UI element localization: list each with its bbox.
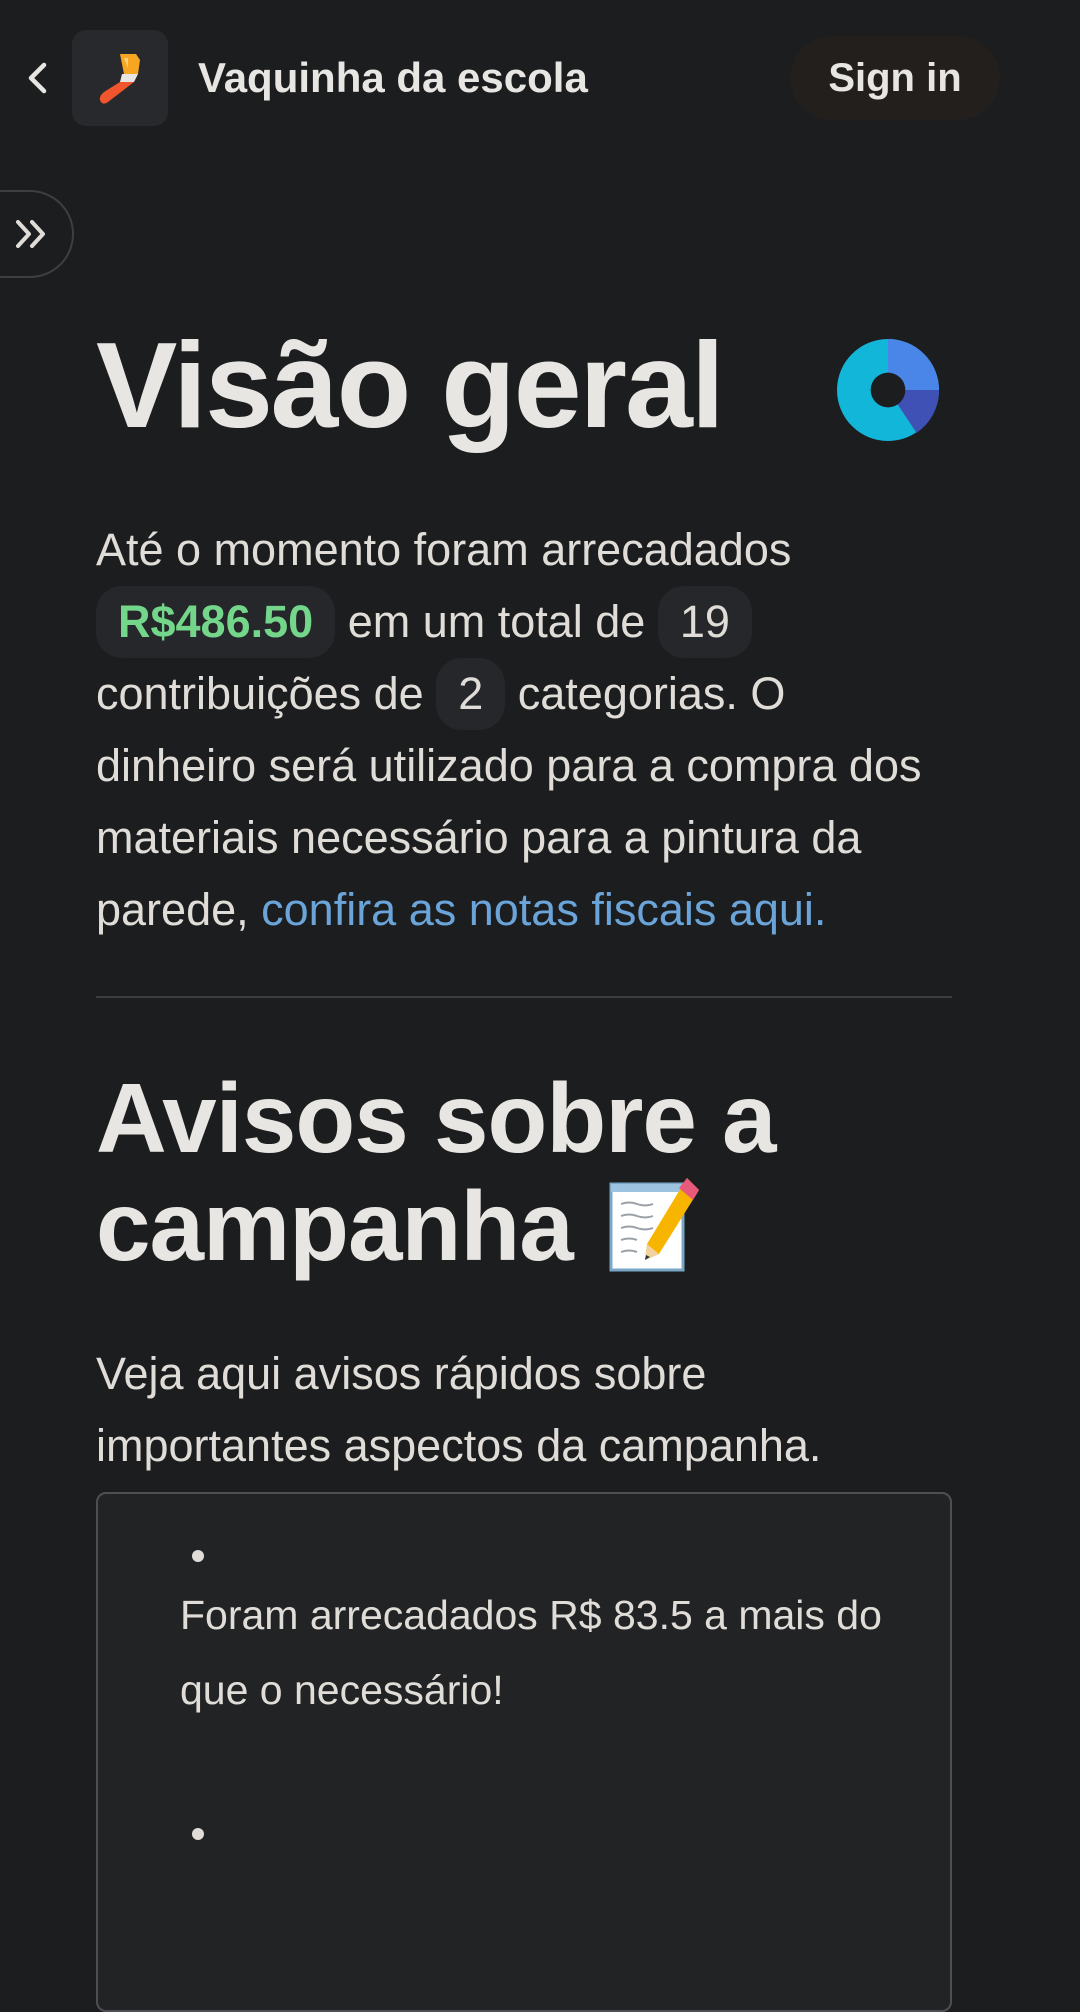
amount-raised-badge: R$486.50 [96, 586, 336, 658]
sidebar-expand-button[interactable] [0, 190, 74, 278]
bullet-icon [192, 1828, 204, 1840]
categories-count-badge: 2 [436, 658, 506, 730]
notice-text [180, 1828, 910, 1856]
summary-part-3: contribuições de [96, 668, 424, 719]
page-title: Visão geral [96, 317, 725, 453]
sign-in-button[interactable]: Sign in [790, 36, 1000, 120]
paintbrush-icon [72, 30, 168, 126]
contributions-count-badge: 19 [657, 586, 752, 658]
app-header: Vaquinha da escola Sign in [0, 0, 1080, 155]
back-button[interactable] [20, 58, 54, 98]
notices-heading: Avisos sobre a campanha [96, 1064, 952, 1280]
bullet-icon [192, 1550, 204, 1562]
notices-intro: Veja aqui avisos rápidos sobre important… [96, 1348, 822, 1471]
summary-part-1: Até o momento foram arrecadados [96, 524, 792, 575]
summary-text: Até o momento foram arrecadados R$486.50… [96, 514, 952, 946]
notice-item [180, 1828, 910, 1856]
app-title: Vaquinha da escola [198, 54, 588, 101]
notice-item: Foram arrecadados R$ 83.5 a mais do que … [180, 1550, 910, 1728]
chevron-left-icon [28, 62, 47, 94]
notice-text: Foram arrecadados R$ 83.5 a mais do que … [180, 1592, 882, 1713]
double-chevron-right-icon [16, 220, 45, 248]
memo-icon [609, 1178, 699, 1272]
notices-list: Foram arrecadados R$ 83.5 a mais do que … [96, 1492, 952, 2012]
summary-part-2: em um total de [347, 596, 646, 647]
pie-chart-icon [836, 339, 939, 441]
section-divider [96, 996, 952, 998]
invoices-link[interactable]: confira as notas fiscais aqui. [261, 884, 826, 935]
main-content: Visão geral Até o momento foram arrecada… [96, 300, 952, 2012]
